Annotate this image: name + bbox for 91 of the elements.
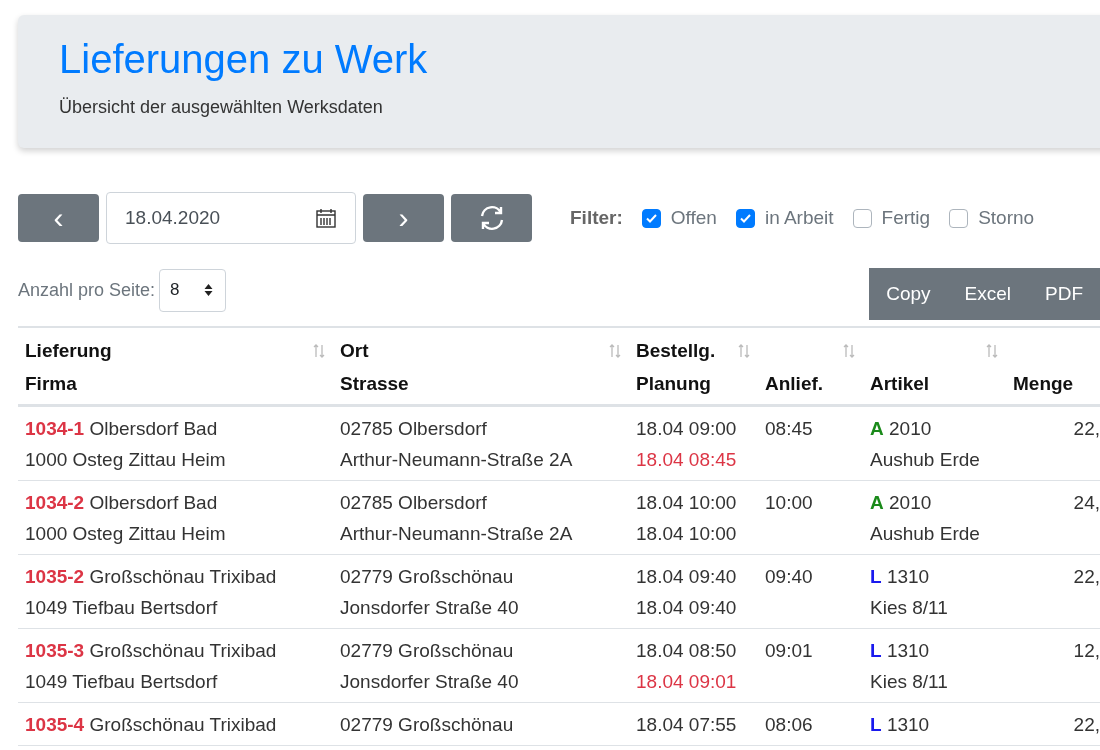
column-header[interactable]: Anlief. <box>765 367 855 400</box>
quantity-text: 22, <box>1073 418 1100 439</box>
refresh-button[interactable] <box>451 194 532 242</box>
delivery-number[interactable]: 1034-1 <box>25 418 85 439</box>
article-name: Kies 8/11 <box>870 671 948 692</box>
column-header[interactable]: Lieferung <box>25 334 112 367</box>
company-name: 1000 Osteg Zittau Heim <box>25 523 226 544</box>
site-name: Großschönau Trixibad <box>89 714 277 735</box>
planned-time: 18.04 08:45 <box>636 449 737 470</box>
quantity-text: 22, <box>1073 566 1100 587</box>
site-name: Großschönau Trixibad <box>89 566 277 587</box>
order-time: 18.04 07:55 <box>636 714 737 735</box>
site-name: Olbersdorf Bad <box>89 418 218 439</box>
article-code: A <box>870 492 884 513</box>
article-name: Aushub Erde <box>870 449 980 470</box>
site-name: Großschönau Trixibad <box>89 640 277 661</box>
page-title: Lieferungen zu Werk <box>59 36 429 83</box>
filter-checkbox[interactable] <box>641 208 661 228</box>
delivery-number[interactable]: 1034-2 <box>25 492 85 513</box>
order-time: 18.04 09:40 <box>636 566 737 587</box>
column-header[interactable]: Firma <box>25 367 325 400</box>
filter-checkbox[interactable] <box>949 208 969 228</box>
page-subtitle: Übersicht der ausgewählten Werksdaten <box>59 97 384 118</box>
article-code: L <box>870 714 882 735</box>
filter-label: Filter: <box>570 207 623 229</box>
arrival-time: 09:01 <box>765 640 813 661</box>
column-header[interactable]: Strasse <box>340 367 621 400</box>
article-number: 2010 <box>889 418 932 439</box>
article-number: 1310 <box>886 714 930 735</box>
filter-label: Storno <box>978 207 1035 229</box>
delivery-number[interactable]: 1035-3 <box>25 640 85 661</box>
arrival-time: 10:00 <box>765 492 813 513</box>
street-text: Arthur-Neumann-Straße 2A <box>340 449 573 470</box>
previous-day-button[interactable]: ‹ <box>18 194 99 242</box>
sort-icon[interactable] <box>609 342 621 359</box>
calendar-icon[interactable] <box>315 207 337 229</box>
order-time: 18.04 08:50 <box>636 640 737 661</box>
column-header[interactable]: Ort <box>340 334 369 367</box>
page-size-label: Anzahl pro Seite: <box>18 279 156 301</box>
delivery-number[interactable]: 1035-4 <box>25 714 85 735</box>
sort-icon[interactable] <box>313 342 325 359</box>
filter-label: in Arbeit <box>764 207 834 229</box>
place-text: 02779 Großschönau <box>340 714 514 735</box>
arrival-time: 09:40 <box>765 566 813 587</box>
article-code: A <box>870 418 884 439</box>
checkmark-icon <box>645 213 657 223</box>
checkmark-icon <box>739 213 751 223</box>
company-name: 1049 Tiefbau Bertsdorf <box>25 671 218 692</box>
planned-time: 18.04 09:40 <box>636 597 737 618</box>
article-code: L <box>870 640 882 661</box>
company-name: 1049 Tiefbau Bertsdorf <box>25 597 218 618</box>
next-day-button[interactable]: › <box>363 194 444 242</box>
column-header[interactable]: Planung <box>636 367 750 400</box>
caret-icon <box>204 283 214 297</box>
quantity-text: 22, <box>1073 714 1100 735</box>
planned-time: 18.04 10:00 <box>636 523 737 544</box>
place-text: 02785 Olbersdorf <box>340 418 487 439</box>
company-name: 1000 Osteg Zittau Heim <box>25 449 226 470</box>
order-time: 18.04 10:00 <box>636 492 737 513</box>
arrival-time: 08:06 <box>765 714 813 735</box>
article-name: Kies 8/11 <box>870 597 948 618</box>
sort-icon[interactable] <box>843 342 855 359</box>
quantity-text: 12, <box>1073 640 1100 661</box>
quantity-text: 24, <box>1073 492 1100 513</box>
filter-checkbox[interactable] <box>735 208 755 228</box>
article-number: 1310 <box>886 566 930 587</box>
sort-icon[interactable] <box>738 342 750 359</box>
place-text: 02785 Olbersdorf <box>340 492 487 513</box>
filter-label: Fertig <box>881 207 931 229</box>
planned-time: 18.04 09:01 <box>636 671 737 692</box>
article-name: Aushub Erde <box>870 523 980 544</box>
street-text: Jonsdorfer Straße 40 <box>340 597 519 618</box>
article-number: 2010 <box>889 492 932 513</box>
filter-checkbox[interactable] <box>852 208 872 228</box>
column-header[interactable]: Menge <box>1013 367 1092 400</box>
article-code: L <box>870 566 882 587</box>
place-text: 02779 Großschönau <box>340 640 514 661</box>
page-size-select[interactable]: 8 <box>159 268 227 312</box>
filter-label: Offen <box>670 207 717 229</box>
arrival-time: 08:45 <box>765 418 813 439</box>
column-header[interactable]: Bestellg. <box>636 334 716 367</box>
street-text: Jonsdorfer Straße 40 <box>340 671 519 692</box>
street-text: Arthur-Neumann-Straße 2A <box>340 523 573 544</box>
site-name: Olbersdorf Bad <box>89 492 218 513</box>
column-header[interactable]: Artikel <box>870 367 998 400</box>
date-field[interactable]: 18.04.2020 <box>106 192 356 244</box>
order-time: 18.04 09:00 <box>636 418 737 439</box>
sort-icon[interactable] <box>986 342 998 359</box>
delivery-number[interactable]: 1035-2 <box>25 566 85 587</box>
article-number: 1310 <box>886 640 930 661</box>
place-text: 02779 Großschönau <box>340 566 514 587</box>
